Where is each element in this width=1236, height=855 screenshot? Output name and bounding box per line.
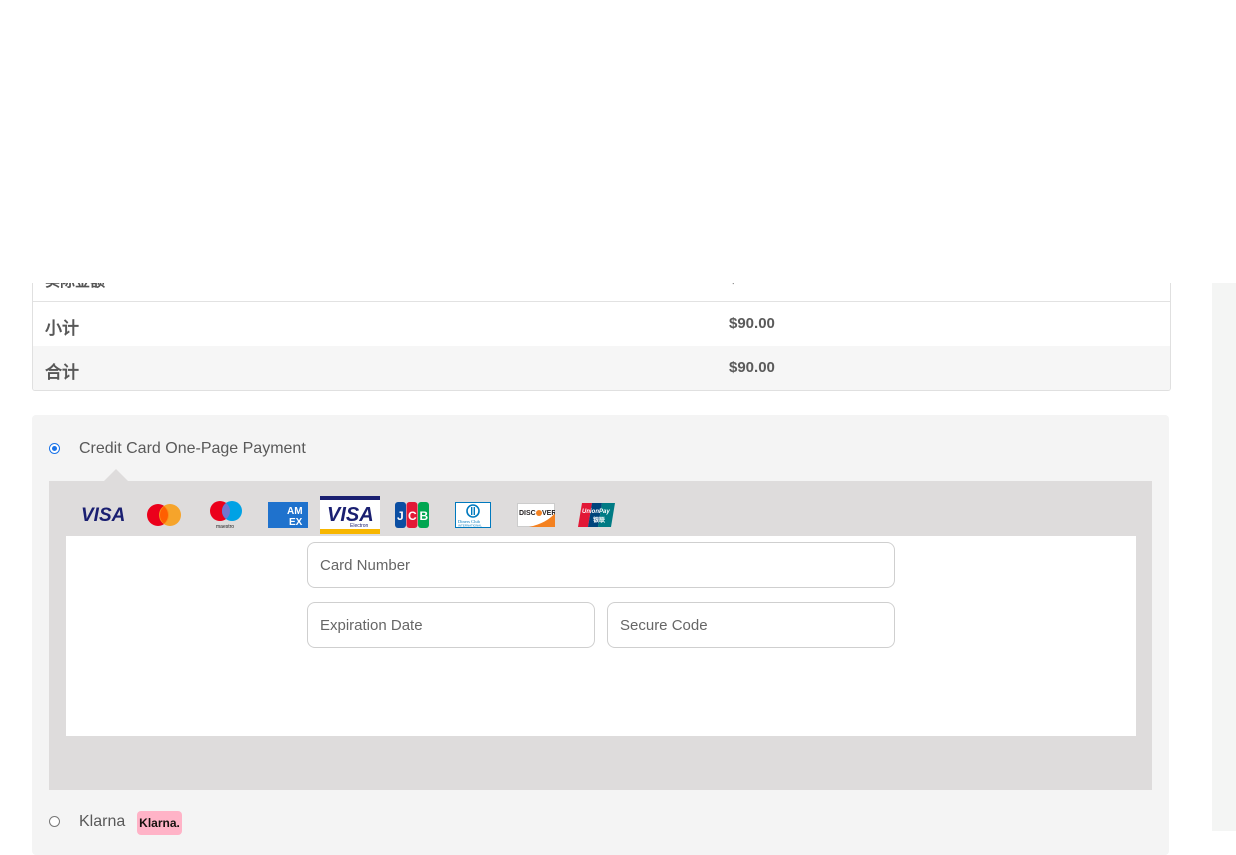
svg-text:INTERNATIONAL: INTERNATIONAL bbox=[458, 524, 482, 528]
card-number-input[interactable] bbox=[307, 542, 895, 588]
unionpay-icon: UnionPay 银联 bbox=[578, 501, 616, 529]
credit-card-panel: VISA maestro AM EX VISA Electron JCB Diner… bbox=[49, 469, 1152, 790]
total-value: $90.00 bbox=[729, 359, 775, 376]
svg-text:EX: EX bbox=[289, 517, 303, 528]
klarna-logo: Klarna. bbox=[137, 811, 182, 835]
card-form bbox=[66, 536, 1136, 736]
discover-icon: DISC VER bbox=[516, 501, 556, 529]
svg-text:VISA: VISA bbox=[81, 505, 125, 525]
page-blank-area bbox=[0, 0, 1212, 283]
subtotal-value: $90.00 bbox=[729, 315, 775, 332]
svg-text:UnionPay: UnionPay bbox=[582, 509, 610, 515]
mastercard-icon bbox=[145, 501, 183, 529]
jcb-icon: JCB bbox=[394, 501, 430, 529]
expiration-date-input[interactable] bbox=[307, 602, 595, 648]
diners-club-icon: Diners Club INTERNATIONAL bbox=[454, 501, 492, 529]
klarna-radio[interactable] bbox=[49, 816, 60, 827]
total-row: 合计 $90.00 bbox=[33, 346, 1170, 390]
credit-card-method-label[interactable]: Credit Card One-Page Payment bbox=[79, 440, 306, 458]
svg-text:B: B bbox=[420, 509, 429, 523]
svg-text:C: C bbox=[408, 509, 417, 523]
sidebar-strip bbox=[1212, 283, 1236, 831]
subtotal-label: 小计 bbox=[45, 319, 79, 339]
amex-icon: AM EX bbox=[268, 501, 308, 529]
svg-text:DISC: DISC bbox=[519, 510, 536, 517]
svg-text:银联: 银联 bbox=[593, 516, 605, 524]
maestro-icon: maestro bbox=[207, 501, 245, 530]
order-totals-table: 实际金额 $90.00 小计 $90.00 合计 $90.00 bbox=[32, 266, 1171, 391]
secure-code-input[interactable] bbox=[607, 602, 895, 648]
svg-text:Electron: Electron bbox=[350, 523, 369, 529]
subtotal-row: 小计 $90.00 bbox=[33, 302, 1170, 347]
svg-text:maestro: maestro bbox=[216, 524, 234, 530]
visa-electron-icon: VISA Electron bbox=[320, 496, 380, 534]
svg-text:J: J bbox=[397, 509, 404, 523]
svg-text:VER: VER bbox=[542, 510, 555, 517]
credit-card-radio[interactable] bbox=[49, 443, 60, 454]
payment-methods: Credit Card One-Page Payment VISA maestr… bbox=[32, 415, 1169, 855]
panel-pointer bbox=[104, 469, 128, 481]
total-label: 合计 bbox=[45, 363, 79, 383]
visa-icon: VISA bbox=[77, 501, 127, 529]
svg-text:AM: AM bbox=[287, 506, 303, 517]
klarna-method-label[interactable]: Klarna bbox=[79, 813, 125, 831]
